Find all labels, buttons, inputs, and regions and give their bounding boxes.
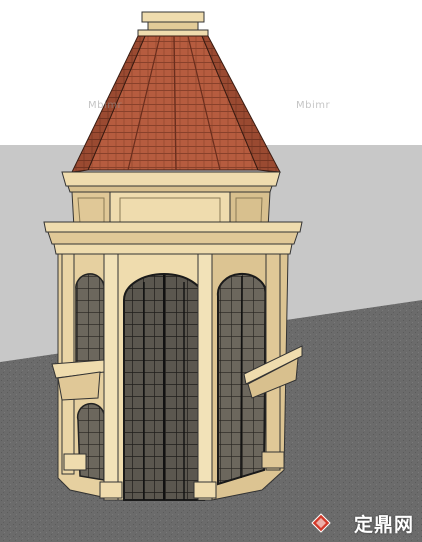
front-arched-window (123, 273, 205, 501)
site-logo: 定鼎网 (354, 510, 414, 536)
scene-canvas (0, 0, 422, 542)
watermark-left: Mbimr (88, 100, 123, 111)
watermark-right: Mbimr (296, 100, 331, 111)
drum-cornice (43, 171, 303, 255)
logo-text: 定鼎网 (353, 513, 414, 536)
